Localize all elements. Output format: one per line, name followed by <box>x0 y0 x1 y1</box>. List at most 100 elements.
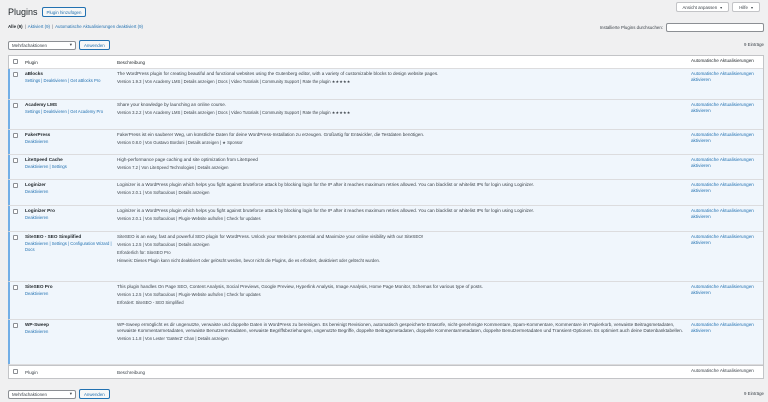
bulk-actions-bottom: Mehrfachaktionen ▾ Anwenden <box>8 389 110 399</box>
apply-button[interactable]: Anwenden <box>79 389 110 399</box>
plugin-description-cell: Loginizer is a WordPress plugin which he… <box>115 180 689 205</box>
table-footer: Plugin Beschreibung Automatische Aktuali… <box>9 365 763 378</box>
plugin-description-cell: High-performance page caching and site o… <box>115 155 689 179</box>
plugin-description: WP-Sweep ermöglicht es dir ungenutzte, v… <box>117 322 683 333</box>
column-plugin[interactable]: Plugin <box>23 366 115 378</box>
plugin-title-cell: LiteSpeed Cache Deaktivieren | Settings <box>23 155 115 179</box>
add-plugin-button[interactable]: Plugin hinzufügen <box>41 7 87 17</box>
enable-auto-updates-link[interactable]: Automatische Aktualisierungen aktivieren <box>689 320 763 364</box>
plugin-meta[interactable]: Version 1.1.8 | Von Lester 'GaMerZ' Chan… <box>117 336 687 342</box>
plugin-meta[interactable]: Version 2.0.1 | Von Softaculous | Plugin… <box>117 216 687 222</box>
plugin-name: Loginizer Pro <box>25 208 55 213</box>
plugin-name: SiteSEO Pro <box>25 284 53 289</box>
row-checkbox[interactable] <box>9 180 23 205</box>
plugin-title-cell: WP-Sweep Deaktivieren <box>23 320 115 364</box>
enable-auto-updates-link[interactable]: Automatische Aktualisierungen aktivieren <box>689 180 763 205</box>
bulk-actions-top: Mehrfachaktionen ▾ Anwenden <box>8 40 110 50</box>
enable-auto-updates-link[interactable]: Automatische Aktualisierungen aktivieren <box>689 206 763 231</box>
help-button[interactable]: Hilfe ▾ <box>732 2 760 12</box>
plugin-meta[interactable]: Version 3.2.2 | Von Academy LMS | Detail… <box>117 110 687 116</box>
row-checkbox[interactable] <box>9 130 23 154</box>
row-checkbox[interactable] <box>9 232 23 281</box>
enable-auto-updates-link[interactable]: Automatische Aktualisierungen aktivieren <box>689 130 763 154</box>
row-checkbox[interactable] <box>9 206 23 231</box>
table-row: SiteSEO Pro Deaktivieren This plugin han… <box>8 282 763 320</box>
row-actions[interactable]: Deaktivieren <box>25 291 113 297</box>
view-auto-updates-disabled[interactable]: Automatische Aktualisierungen deaktivier… <box>55 24 143 29</box>
row-actions[interactable]: Deaktivieren <box>25 329 113 335</box>
plugin-meta[interactable]: Version 1.2.5 | Von Softaculous | Detail… <box>117 242 687 248</box>
enable-auto-updates-link[interactable]: Automatische Aktualisierungen aktivieren <box>689 282 763 319</box>
row-checkbox[interactable] <box>9 282 23 319</box>
row-actions[interactable]: Settings | Deaktivieren | Get Academy Pr… <box>25 109 113 115</box>
active-indicator <box>8 155 10 179</box>
row-actions[interactable]: Deaktivieren | Settings <box>25 164 113 170</box>
active-indicator <box>8 232 10 281</box>
plugin-name: LiteSpeed Cache <box>25 157 63 162</box>
chevron-down-icon: ▾ <box>750 4 753 10</box>
plugin-description-cell: SiteSEO is an easy, fast and powerful SE… <box>115 232 689 281</box>
plugin-meta[interactable]: Version 1.2.5 | Von Softaculous | Plugin… <box>117 292 687 298</box>
search-input[interactable] <box>666 23 764 32</box>
row-actions[interactable]: Deaktivieren <box>25 139 113 145</box>
active-indicator <box>8 206 10 231</box>
plugin-description: SiteSEO is an easy, fast and powerful SE… <box>117 234 424 239</box>
plugin-meta[interactable]: Version 1.9.3 | Von Academy LMS | Detail… <box>117 79 687 85</box>
chevron-down-icon: ▾ <box>69 391 72 396</box>
plugin-name: WP-Sweep <box>25 322 49 327</box>
row-actions[interactable]: Deaktivieren | Settings | Configuration … <box>25 241 113 253</box>
required-by-note: Erforderlich für: SiteSEO Pro <box>117 250 171 255</box>
view-all[interactable]: Alle (9) <box>8 24 23 29</box>
plugin-title-cell: FakerPress Deaktivieren <box>23 130 115 154</box>
plugin-description: The WordPress plugin for creating beauti… <box>117 71 439 76</box>
chevron-down-icon: ▾ <box>69 42 72 47</box>
active-indicator <box>8 100 10 129</box>
row-checkbox[interactable] <box>9 155 23 179</box>
plugin-name: SiteSEO - SEO Simplified <box>25 234 82 239</box>
separator: | <box>51 24 54 29</box>
enable-auto-updates-link[interactable]: Automatische Aktualisierungen aktivieren <box>689 155 763 179</box>
separator: | <box>24 24 26 29</box>
plugin-description: Loginizer is a WordPress plugin which he… <box>117 182 535 187</box>
active-indicator <box>8 320 10 364</box>
row-actions[interactable]: Deaktivieren <box>25 215 113 221</box>
active-indicator <box>8 69 10 99</box>
row-checkbox[interactable] <box>9 100 23 129</box>
plugin-title-cell: SiteSEO - SEO Simplified Deaktivieren | … <box>23 232 115 281</box>
plugin-title-cell: Academy LMS Settings | Deaktivieren | Ge… <box>23 100 115 129</box>
plugin-description-cell: FakerPress ist ein sauberer Weg, um küns… <box>115 130 689 154</box>
row-checkbox[interactable] <box>9 69 23 99</box>
table-row: Loginizer Pro Deaktivieren Loginizer is … <box>8 206 763 232</box>
plugin-description-cell: The WordPress plugin for creating beauti… <box>115 69 689 99</box>
enable-auto-updates-link[interactable]: Automatische Aktualisierungen aktivieren <box>689 232 763 281</box>
enable-auto-updates-link[interactable]: Automatische Aktualisierungen aktivieren <box>689 69 763 99</box>
column-auto-updates: Automatische Aktualisierungen <box>691 368 754 373</box>
page-heading: Plugins Plugin hinzufügen <box>8 7 87 17</box>
apply-button[interactable]: Anwenden <box>79 40 110 50</box>
row-actions[interactable]: Settings | Deaktivieren | Get aBlocks Pr… <box>25 78 113 84</box>
items-count: 9 Einträge <box>743 391 764 396</box>
plugin-description-cell: Share your knowledge by launching an onl… <box>115 100 689 129</box>
plugin-meta[interactable]: Version 2.0.1 | Von Softaculous | Detail… <box>117 190 687 196</box>
screen-options-button[interactable]: Ansicht anpassen ▾ <box>675 2 730 12</box>
plugin-name: Loginizer <box>25 182 46 187</box>
bulk-actions-value: Mehrfachaktionen <box>12 391 47 397</box>
column-plugin[interactable]: Plugin <box>23 56 115 68</box>
row-actions[interactable]: Deaktivieren <box>25 189 113 195</box>
view-active[interactable]: Aktiviert (9) <box>28 24 50 29</box>
column-description: Beschreibung <box>117 370 146 375</box>
plugin-meta[interactable]: Version 0.8.0 | Von Gustavo Bordoni | De… <box>117 140 687 146</box>
screen-options-label: Ansicht anpassen <box>682 4 718 10</box>
select-all-checkbox[interactable] <box>9 56 23 68</box>
screen-meta-links: Ansicht anpassen ▾ Hilfe ▾ <box>675 2 760 12</box>
bulk-actions-select[interactable]: Mehrfachaktionen ▾ <box>8 389 76 399</box>
row-checkbox[interactable] <box>9 320 23 364</box>
bulk-actions-select[interactable]: Mehrfachaktionen ▾ <box>8 40 76 50</box>
enable-auto-updates-link[interactable]: Automatische Aktualisierungen aktivieren <box>689 100 763 129</box>
plugin-meta[interactable]: Version 7.2 | Von LiteSpeed Technologies… <box>117 165 687 171</box>
table-header: Plugin Beschreibung Automatische Aktuali… <box>9 56 763 69</box>
search-label: Installierte Plugins durchsuchen: <box>599 25 663 30</box>
select-all-checkbox[interactable] <box>9 366 23 378</box>
table-row: FakerPress Deaktivieren FakerPress ist e… <box>8 130 763 155</box>
plugin-search: Installierte Plugins durchsuchen: <box>600 23 764 32</box>
